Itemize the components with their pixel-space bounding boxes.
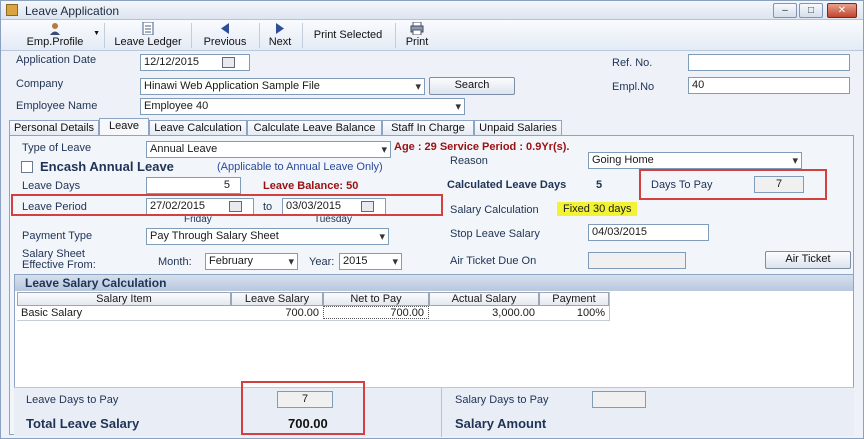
footer-totals: Leave Days to Pay 7 Total Leave Salary 7… [14,387,854,437]
tab-unpaid-salaries[interactable]: Unpaid Salaries [474,120,562,136]
leave-days-label: Leave Days [22,180,81,192]
salary-calculation-value: Fixed 30 days [557,202,638,216]
tab-staff-in-charge[interactable]: Staff In Charge [382,120,474,136]
chevron-down-icon: ▼ [93,30,100,37]
leave-application-window: Leave Application – □ ✕ Emp.Profile ▼ Le… [0,0,864,439]
year-select[interactable]: 2015 [339,253,402,270]
leave-ledger-button[interactable]: Leave Ledger [111,22,185,49]
tab-calculate-leave-balance[interactable]: Calculate Leave Balance [247,120,382,136]
year-label: Year: [309,256,335,268]
leave-ledger-label: Leave Ledger [114,36,182,48]
type-of-leave-value: Annual Leave [150,143,218,155]
previous-label: Previous [203,36,247,48]
air-ticket-button[interactable]: Air Ticket [765,251,851,269]
toolbar: Emp.Profile ▼ Leave Ledger Previous Next… [1,20,863,51]
tab-leave[interactable]: Leave [99,118,149,136]
print-selected-button[interactable]: Print Selected [307,22,389,49]
company-value: Hinawi Web Application Sample File [144,80,320,92]
month-select[interactable]: February [205,253,298,270]
stop-leave-salary-label: Stop Leave Salary [450,228,540,240]
window-title: Leave Application [25,4,120,18]
company-label: Company [16,78,64,90]
type-of-leave-label: Type of Leave [22,142,92,154]
encash-note: (Applicable to Annual Leave Only) [217,161,383,173]
arrow-right-icon [276,23,284,34]
year-value: 2015 [343,255,368,267]
leave-period-highlight [11,194,443,216]
air-ticket-due-field[interactable] [588,252,686,269]
days-to-pay-highlight [639,169,827,200]
emp-profile-label: Emp.Profile [26,36,84,48]
salary-days-to-pay-label: Salary Days to Pay [455,394,549,406]
leave-days-to-pay-label: Leave Days to Pay [26,394,119,406]
print-selected-label: Print Selected [313,29,383,41]
ref-no-label: Ref. No. [612,57,653,69]
tab-personal-details[interactable]: Personal Details [9,120,99,136]
next-label: Next [268,36,292,48]
previous-button[interactable]: Previous [199,22,251,49]
effective-from-label: Effective From: [22,259,96,271]
employee-name-value: Employee 40 [144,100,209,112]
payment-type-label: Payment Type [22,230,93,242]
payment-type-select[interactable]: Pay Through Salary Sheet [146,228,389,245]
salary-days-to-pay-field[interactable] [592,391,646,408]
column-header-net-to-pay[interactable]: Net to Pay [323,292,429,306]
column-header-leave-salary[interactable]: Leave Salary [231,292,323,306]
print-button[interactable]: Print [401,22,433,49]
cell-net-to-pay[interactable]: 700.00 [323,306,429,319]
close-button[interactable]: ✕ [827,3,857,18]
salary-calculation-label: Salary Calculation [450,204,539,216]
leave-days-field[interactable]: 5 [146,177,241,194]
empl-no-label: Empl.No [612,81,655,93]
emp-profile-button[interactable]: Emp.Profile ▼ [19,22,100,49]
maximize-button[interactable]: □ [799,3,823,18]
application-date-value: 12/12/2015 [144,56,200,68]
reason-label: Reason [450,155,488,167]
arrow-left-icon [221,23,229,34]
column-header-payment[interactable]: Payment [539,292,609,306]
grid-title: Leave Salary Calculation [15,275,853,291]
cell-salary-item: Basic Salary [21,307,83,319]
title-bar: Leave Application – □ ✕ [1,1,863,20]
calendar-icon[interactable] [222,57,235,68]
employee-name-select[interactable]: Employee 40 [140,98,465,115]
next-button[interactable]: Next [264,22,296,49]
leave-balance: Leave Balance: 50 [263,180,359,192]
printer-icon [410,22,424,35]
age-service-info: Age : 29 Service Period : 0.9Yr(s). [394,141,570,153]
print-label: Print [405,36,429,48]
person-icon [50,23,60,35]
payment-type-value: Pay Through Salary Sheet [150,230,279,242]
cell-leave-salary: 700.00 [285,307,319,319]
type-of-leave-select[interactable]: Annual Leave [146,141,391,158]
search-button[interactable]: Search [429,77,515,95]
app-icon [6,4,18,16]
reason-value: Going Home [592,154,654,166]
company-select[interactable]: Hinawi Web Application Sample File [140,78,425,95]
minimize-button[interactable]: – [773,3,797,18]
reason-select[interactable]: Going Home [588,152,802,169]
cell-actual-salary: 3,000.00 [492,307,535,319]
cell-payment: 100% [576,307,605,319]
column-header-actual-salary[interactable]: Actual Salary [429,292,539,306]
stop-leave-salary-field[interactable]: 04/03/2015 [588,224,709,241]
tab-leave-calculation[interactable]: Leave Calculation [149,120,247,136]
employee-name-label: Employee Name [16,100,98,112]
month-value: February [209,255,254,267]
application-date-label: Application Date [16,54,97,66]
calculated-leave-days-label: Calculated Leave Days [447,179,567,191]
air-ticket-due-label: Air Ticket Due On [450,255,537,267]
total-leave-salary-label: Total Leave Salary [26,416,140,431]
calculated-leave-days-value: 5 [596,179,603,191]
month-label: Month: [158,256,192,268]
total-highlight [241,381,365,435]
ledger-icon [142,22,154,35]
salary-amount-label: Salary Amount [455,416,547,431]
column-header-salary-item[interactable]: Salary Item [17,292,231,306]
encash-checkbox[interactable] [21,161,33,173]
ref-no-field[interactable] [688,54,850,71]
empl-no-field[interactable]: 40 [688,77,850,94]
encash-label: Encash Annual Leave [40,159,174,174]
